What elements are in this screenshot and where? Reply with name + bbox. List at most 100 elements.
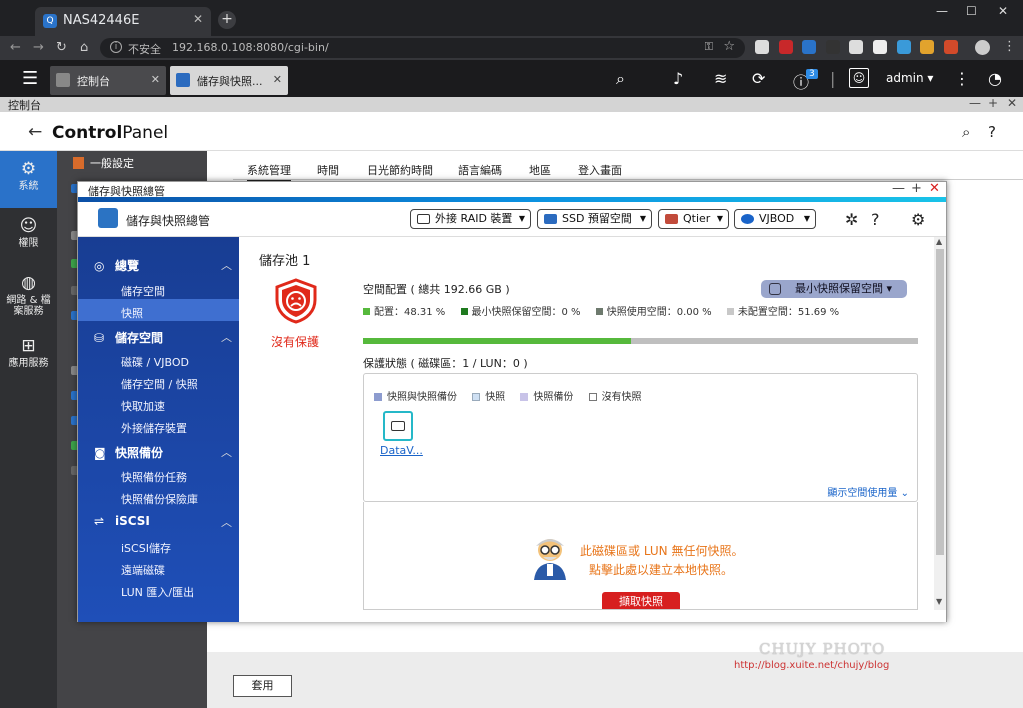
extension-9-icon[interactable]: [944, 40, 958, 54]
professor-mascot-icon: [534, 539, 566, 580]
qts-tab-storage[interactable]: 儲存與快照... ✕: [170, 66, 288, 95]
tools-icon[interactable]: ✲: [845, 210, 858, 229]
settings-gear-icon[interactable]: ⚙: [911, 210, 925, 229]
extension-3-icon[interactable]: [802, 40, 816, 54]
extension-1-icon[interactable]: [755, 40, 769, 54]
apply-button[interactable]: 套用: [233, 675, 292, 697]
volume-icon[interactable]: [383, 411, 413, 441]
section-iscsi[interactable]: ⇌ iSCSI: [94, 514, 150, 528]
qtier-dropdown[interactable]: Qtier ▼: [658, 209, 729, 229]
chevron-down-icon: ▼: [803, 214, 810, 223]
key-icon[interactable]: ⚿: [705, 40, 713, 54]
chevron-up-icon[interactable]: ︿: [221, 444, 232, 460]
tab-region[interactable]: 地區: [529, 162, 551, 178]
sidebar-item-iscsi-storage[interactable]: iSCSI儲存: [121, 540, 171, 556]
rail-item-apps[interactable]: ⊞ 應用服務: [0, 328, 57, 385]
search-icon[interactable]: ⌕: [962, 123, 970, 141]
extension-7-icon[interactable]: [897, 40, 911, 54]
rail-item-system[interactable]: ⚙ 系統: [0, 151, 57, 208]
section-overview[interactable]: ◎ 總覽: [94, 257, 139, 274]
url-text[interactable]: 192.168.0.108:8080/cgi-bin/: [172, 41, 329, 54]
sidebar-item-disks[interactable]: 磁碟 / VJBOD: [121, 354, 189, 370]
browser-menu-icon[interactable]: ⋮: [1003, 39, 1016, 54]
more-options-icon[interactable]: ⋮: [954, 69, 970, 88]
volume-name-link[interactable]: DataV...: [380, 444, 423, 457]
minimize-icon[interactable]: —: [892, 181, 905, 196]
tab-language[interactable]: 語言編碼: [458, 162, 502, 178]
close-window-icon[interactable]: ✕: [998, 4, 1008, 18]
chevron-up-icon[interactable]: ︿: [221, 257, 232, 273]
url-bar[interactable]: i 不安全 192.168.0.108:8080/cgi-bin/ ⚿ ☆: [100, 38, 745, 58]
sidebar-item-storage-snapshots[interactable]: 儲存空間 / 快照: [121, 376, 198, 392]
minimize-icon[interactable]: —: [969, 96, 981, 110]
help-icon[interactable]: ?: [988, 123, 996, 141]
help-icon[interactable]: ?: [871, 210, 880, 229]
list-item-general[interactable]: 一般設定: [73, 155, 134, 171]
sidebar-item-lun-import-export[interactable]: LUN 匯入/匯出: [121, 584, 194, 600]
browser-tab[interactable]: Q NAS42446E ✕: [35, 7, 211, 36]
search-icon[interactable]: ⌕: [616, 69, 625, 89]
snapshot-empty-state: 此磁碟區或 LUN 無任何快照。 點擊此處以建立本地快照。 擷取快照: [363, 502, 918, 610]
vjbod-dropdown[interactable]: VJBOD ▼: [734, 209, 816, 229]
new-tab-button[interactable]: +: [218, 11, 236, 29]
empty-message-line[interactable]: 點擊此處以建立本地快照。: [580, 561, 743, 580]
tab-time[interactable]: 時間: [317, 162, 339, 178]
sidebar-item-storage-space[interactable]: 儲存空間: [121, 283, 165, 299]
scroll-up-icon[interactable]: ▲: [936, 237, 942, 246]
sidebar-item-backup-vault[interactable]: 快照備份保險庫: [121, 491, 198, 507]
adblock-icon[interactable]: [779, 40, 793, 54]
back-icon[interactable]: ←: [10, 40, 21, 55]
maximize-icon[interactable]: +: [911, 181, 922, 196]
main-menu-icon[interactable]: ☰: [22, 68, 38, 89]
back-arrow-icon[interactable]: ←: [28, 122, 42, 142]
maximize-icon[interactable]: +: [988, 96, 998, 110]
database-icon: [769, 283, 781, 295]
sync-icon[interactable]: ⟳: [752, 69, 765, 88]
close-icon[interactable]: ✕: [929, 181, 940, 196]
close-tab-icon[interactable]: ✕: [193, 12, 203, 26]
sidebar-item-backup-jobs[interactable]: 快照備份任務: [121, 469, 187, 485]
maximize-window-icon[interactable]: ☐: [966, 4, 977, 18]
rail-item-network[interactable]: ◍ 網路 & 檔 案服務: [0, 265, 57, 329]
close-icon[interactable]: ✕: [1007, 96, 1017, 110]
qts-tab-control-panel[interactable]: 控制台 ✕: [50, 66, 166, 95]
tab-dst[interactable]: 日光節約時間: [367, 162, 433, 178]
sidebar-item-cache[interactable]: 快取加速: [121, 398, 165, 414]
tab-login-screen[interactable]: 登入畫面: [578, 162, 622, 178]
close-icon[interactable]: ✕: [273, 73, 282, 86]
reload-icon[interactable]: ↻: [56, 40, 67, 55]
show-space-usage-link[interactable]: 顯示空間使用量 ⌄: [827, 484, 909, 499]
extension-5-icon[interactable]: [849, 40, 863, 54]
chevron-up-icon[interactable]: ︿: [221, 514, 232, 530]
section-snapshot-backup[interactable]: ◙ 快照備份: [94, 444, 163, 461]
vertical-scrollbar[interactable]: ▲ ▼: [934, 237, 946, 610]
info-icon[interactable]: i: [110, 41, 122, 53]
volume-icon[interactable]: ♪: [673, 69, 683, 88]
extension-4-icon[interactable]: [826, 40, 840, 54]
user-name[interactable]: admin ▾: [886, 71, 933, 85]
bookmark-star-icon[interactable]: ☆: [723, 39, 735, 54]
user-icon[interactable]: ☺: [849, 68, 869, 88]
scroll-down-icon[interactable]: ▼: [936, 597, 942, 606]
min-snapshot-reserve-button[interactable]: 最小快照保留空間 ▾: [761, 280, 907, 298]
minimize-window-icon[interactable]: —: [936, 4, 948, 18]
sidebar-item-external-storage[interactable]: 外接儲存裝置: [121, 420, 187, 436]
sidebar-item-remote-disk[interactable]: 遠端磁碟: [121, 562, 165, 578]
forward-icon[interactable]: →: [33, 40, 44, 55]
external-raid-dropdown[interactable]: 外接 RAID 裝置 ▼: [410, 209, 531, 229]
scroll-thumb[interactable]: [936, 249, 944, 555]
chevron-up-icon[interactable]: ︿: [221, 329, 232, 345]
tasks-icon[interactable]: ≋: [714, 69, 727, 88]
close-icon[interactable]: ✕: [151, 73, 160, 86]
chevron-down-icon: ▼: [716, 214, 723, 223]
rail-item-privilege[interactable]: ☺ 權限: [0, 208, 57, 265]
profile-avatar[interactable]: [975, 40, 990, 55]
extension-8-icon[interactable]: [920, 40, 934, 54]
extension-6-icon[interactable]: [873, 40, 887, 54]
home-icon[interactable]: ⌂: [80, 40, 88, 55]
take-snapshot-button[interactable]: 擷取快照: [602, 592, 680, 609]
sidebar-item-snapshot[interactable]: 快照: [121, 305, 143, 321]
ssd-overprovisioning-dropdown[interactable]: SSD 預留空間 ▼: [537, 209, 652, 229]
section-storage[interactable]: ⛁ 儲存空間: [94, 329, 163, 346]
dashboard-gauge-icon[interactable]: ◔: [988, 69, 1002, 88]
